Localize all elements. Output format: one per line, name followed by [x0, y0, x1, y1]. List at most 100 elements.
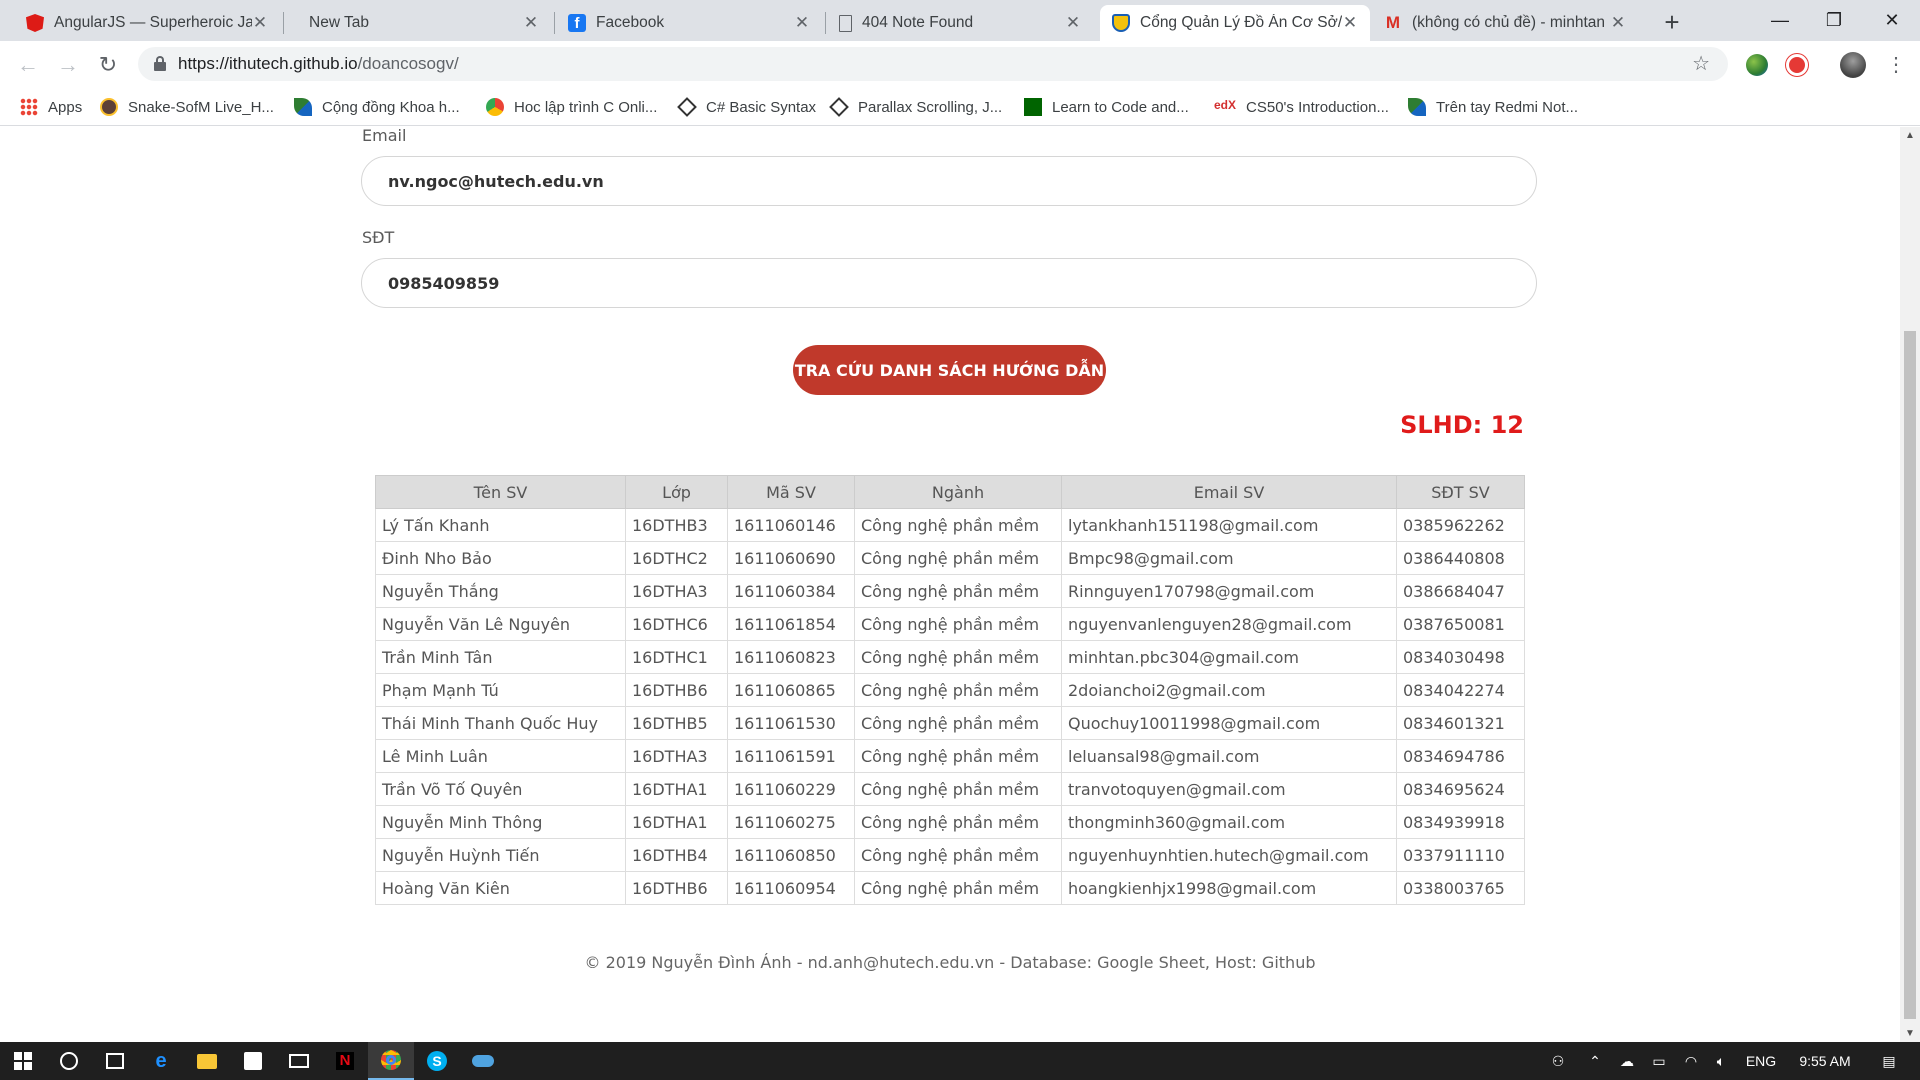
document-icon: [839, 14, 852, 32]
page-footer: © 2019 Nguyễn Đình Ánh - nd.anh@hutech.e…: [584, 953, 1316, 972]
maximize-button[interactable]: ❐: [1806, 0, 1862, 41]
tab-separator: [283, 12, 284, 34]
address-bar[interactable]: https://ithutech.github.io/doancosogv/ ☆: [138, 47, 1728, 81]
back-arrow-icon[interactable]: ←: [12, 49, 44, 81]
cell-class: 16DTHA3: [625, 574, 728, 608]
table-row: Hoàng Văn Kiên 16DTHB6 1611060954 Công nghệ…: [375, 871, 1525, 905]
close-window-button[interactable]: ✕: [1864, 0, 1920, 41]
search-supervision-list-button[interactable]: TRA CỨU DANH SÁCH HƯỚNG DẪN: [793, 345, 1106, 395]
cloud-sync-icon[interactable]: ☁: [1612, 1042, 1642, 1080]
input-language[interactable]: ENG: [1738, 1042, 1784, 1080]
windows-start-icon[interactable]: [0, 1042, 46, 1080]
bookmark-tren-tay-redmi[interactable]: Trên tay Redmi Not...: [1408, 95, 1578, 119]
bookmark-cong-dong-khoa-hoc[interactable]: Cộng đồng Khoa h...: [294, 95, 460, 119]
profile-avatar[interactable]: [1840, 52, 1866, 78]
cell-student-email: nguyenvanlenguyen28@gmail.com: [1061, 607, 1397, 641]
new-tab-button[interactable]: +: [1656, 6, 1688, 38]
table-row: Trần Minh Tân 16DTHC1 1611060823 Công nghệ …: [375, 640, 1525, 674]
wifi-icon[interactable]: ◠: [1676, 1042, 1706, 1080]
action-center-icon[interactable]: ▤: [1866, 1042, 1912, 1080]
cell-major: Công nghệ phần mềm: [854, 739, 1062, 773]
globe-icon: [486, 98, 504, 116]
cell-student-id: 1611060865: [727, 673, 855, 707]
skype-icon[interactable]: S: [414, 1042, 460, 1080]
scrollbar-thumb[interactable]: [1904, 331, 1916, 1019]
table-row: Nguyễn Thắng 16DTHA3 1611060384 Công nghệ p…: [375, 574, 1525, 608]
tab-gmail[interactable]: M (không có chủ đề) - minhtan ✕: [1372, 5, 1638, 41]
scroll-up-arrow-icon[interactable]: ▲: [1904, 130, 1916, 141]
bookmark-parallax-scrolling[interactable]: Parallax Scrolling, J...: [829, 95, 1002, 119]
bookmarks-bar: Apps Snake-SofM Live_H... Cộng đồng Khoa…: [0, 88, 1920, 126]
phone-label: SĐT: [362, 228, 395, 247]
tab-close-icon[interactable]: ✕: [252, 13, 268, 33]
bookmark-snake-sofm[interactable]: Snake-SofM Live_H...: [100, 95, 274, 119]
table-row: Nguyễn Huỳnh Tiến 16DTHB4 1611060850 Công n…: [375, 838, 1525, 872]
cell-student-email: Bmpc98@gmail.com: [1061, 541, 1397, 575]
tab-close-icon[interactable]: ✕: [523, 13, 539, 33]
store-icon[interactable]: [230, 1042, 276, 1080]
mail-icon[interactable]: [276, 1042, 322, 1080]
cell-student-id: 1611060823: [727, 640, 855, 674]
clock-time[interactable]: 9:55 AM: [1788, 1042, 1862, 1080]
edge-icon[interactable]: e: [138, 1042, 184, 1080]
cell-student-name: Hoàng Văn Kiên: [375, 871, 626, 905]
cell-student-phone: 0338003765: [1396, 871, 1525, 905]
cell-class: 16DTHA1: [625, 805, 728, 839]
netflix-icon[interactable]: N: [322, 1042, 368, 1080]
bookmark-cs50[interactable]: edX CS50's Introduction...: [1214, 95, 1389, 119]
hutech-shield-icon: [1112, 14, 1130, 32]
url-text[interactable]: https://ithutech.github.io/doancosogv/: [178, 47, 459, 81]
bookmark-csharp-basic-syntax[interactable]: C# Basic Syntax: [677, 95, 816, 119]
phone-field[interactable]: [361, 258, 1537, 308]
reload-icon[interactable]: ↻: [92, 49, 124, 81]
browser-toolbar: ← → ↻ https://ithutech.github.io/doancos…: [0, 41, 1920, 88]
bookmark-learn-to-code[interactable]: Learn to Code and...: [1024, 95, 1189, 119]
cell-student-name: Nguyễn Huỳnh Tiến: [375, 838, 626, 872]
chrome-icon[interactable]: [368, 1042, 414, 1080]
tab-facebook[interactable]: f Facebook ✕: [556, 5, 822, 41]
cell-student-phone: 0834601321: [1396, 706, 1525, 740]
tab-close-icon[interactable]: ✕: [1065, 13, 1081, 33]
tab-separator: [554, 12, 555, 34]
extension-globe-icon[interactable]: [1746, 54, 1768, 76]
table-row: Trần Võ Tố Quyên 16DTHA1 1611060229 Công ng…: [375, 772, 1525, 806]
bookmark-apps[interactable]: Apps: [20, 95, 82, 119]
tab-close-icon[interactable]: ✕: [794, 13, 810, 33]
tab-new-tab[interactable]: New Tab ✕: [285, 5, 551, 41]
scroll-down-arrow-icon[interactable]: ▼: [1904, 1028, 1916, 1039]
onedrive-icon[interactable]: [460, 1042, 506, 1080]
cell-student-name: Nguyễn Minh Thông: [375, 805, 626, 839]
cell-student-name: Lê Minh Luân: [375, 739, 626, 773]
email-field[interactable]: [361, 156, 1537, 206]
bookmark-star-icon[interactable]: ☆: [1692, 47, 1710, 81]
tab-close-icon[interactable]: ✕: [1610, 13, 1626, 33]
menu-kebab-icon[interactable]: ⋮: [1880, 49, 1912, 81]
cell-student-name: Thái Minh Thanh Quốc Huy: [375, 706, 626, 740]
page-scrollbar[interactable]: ▲ ▼: [1900, 127, 1920, 1042]
cell-major: Công nghệ phần mềm: [854, 838, 1062, 872]
tab-close-icon[interactable]: ✕: [1342, 13, 1358, 33]
search-circle-icon[interactable]: [46, 1042, 92, 1080]
cell-major: Công nghệ phần mềm: [854, 541, 1062, 575]
people-icon[interactable]: ⚇: [1540, 1042, 1576, 1080]
bookmark-hoc-lap-trinh-c[interactable]: Hoc lập trình C Onli...: [486, 95, 657, 119]
tab-cong-quan-ly[interactable]: Cổng Quản Lý Đồ Án Cơ Sở/ ✕: [1100, 5, 1370, 41]
volume-icon[interactable]: 🔈︎: [1706, 1042, 1736, 1080]
task-view-icon[interactable]: [92, 1042, 138, 1080]
table-row: Thái Minh Thanh Quốc Huy 16DTHB5 161106153…: [375, 706, 1525, 740]
extension-stop-icon[interactable]: [1786, 54, 1808, 76]
cell-student-name: Trần Minh Tân: [375, 640, 626, 674]
cell-class: 16DTHC6: [625, 607, 728, 641]
header-class: Lớp: [625, 475, 728, 509]
minimize-button[interactable]: —: [1752, 0, 1808, 41]
cell-class: 16DTHC2: [625, 541, 728, 575]
edx-icon: edX: [1214, 98, 1237, 112]
cell-student-name: Trần Võ Tố Quyên: [375, 772, 626, 806]
tab-angularjs[interactable]: AngularJS — Superheroic Jav ✕: [14, 5, 280, 41]
file-explorer-icon[interactable]: [184, 1042, 230, 1080]
cell-student-phone: 0337911110: [1396, 838, 1525, 872]
forward-arrow-icon[interactable]: →: [52, 49, 84, 81]
battery-icon[interactable]: ▭: [1644, 1042, 1674, 1080]
tray-chevron-up-icon[interactable]: ⌃: [1580, 1042, 1610, 1080]
tab-404-note-found[interactable]: 404 Note Found ✕: [827, 5, 1093, 41]
